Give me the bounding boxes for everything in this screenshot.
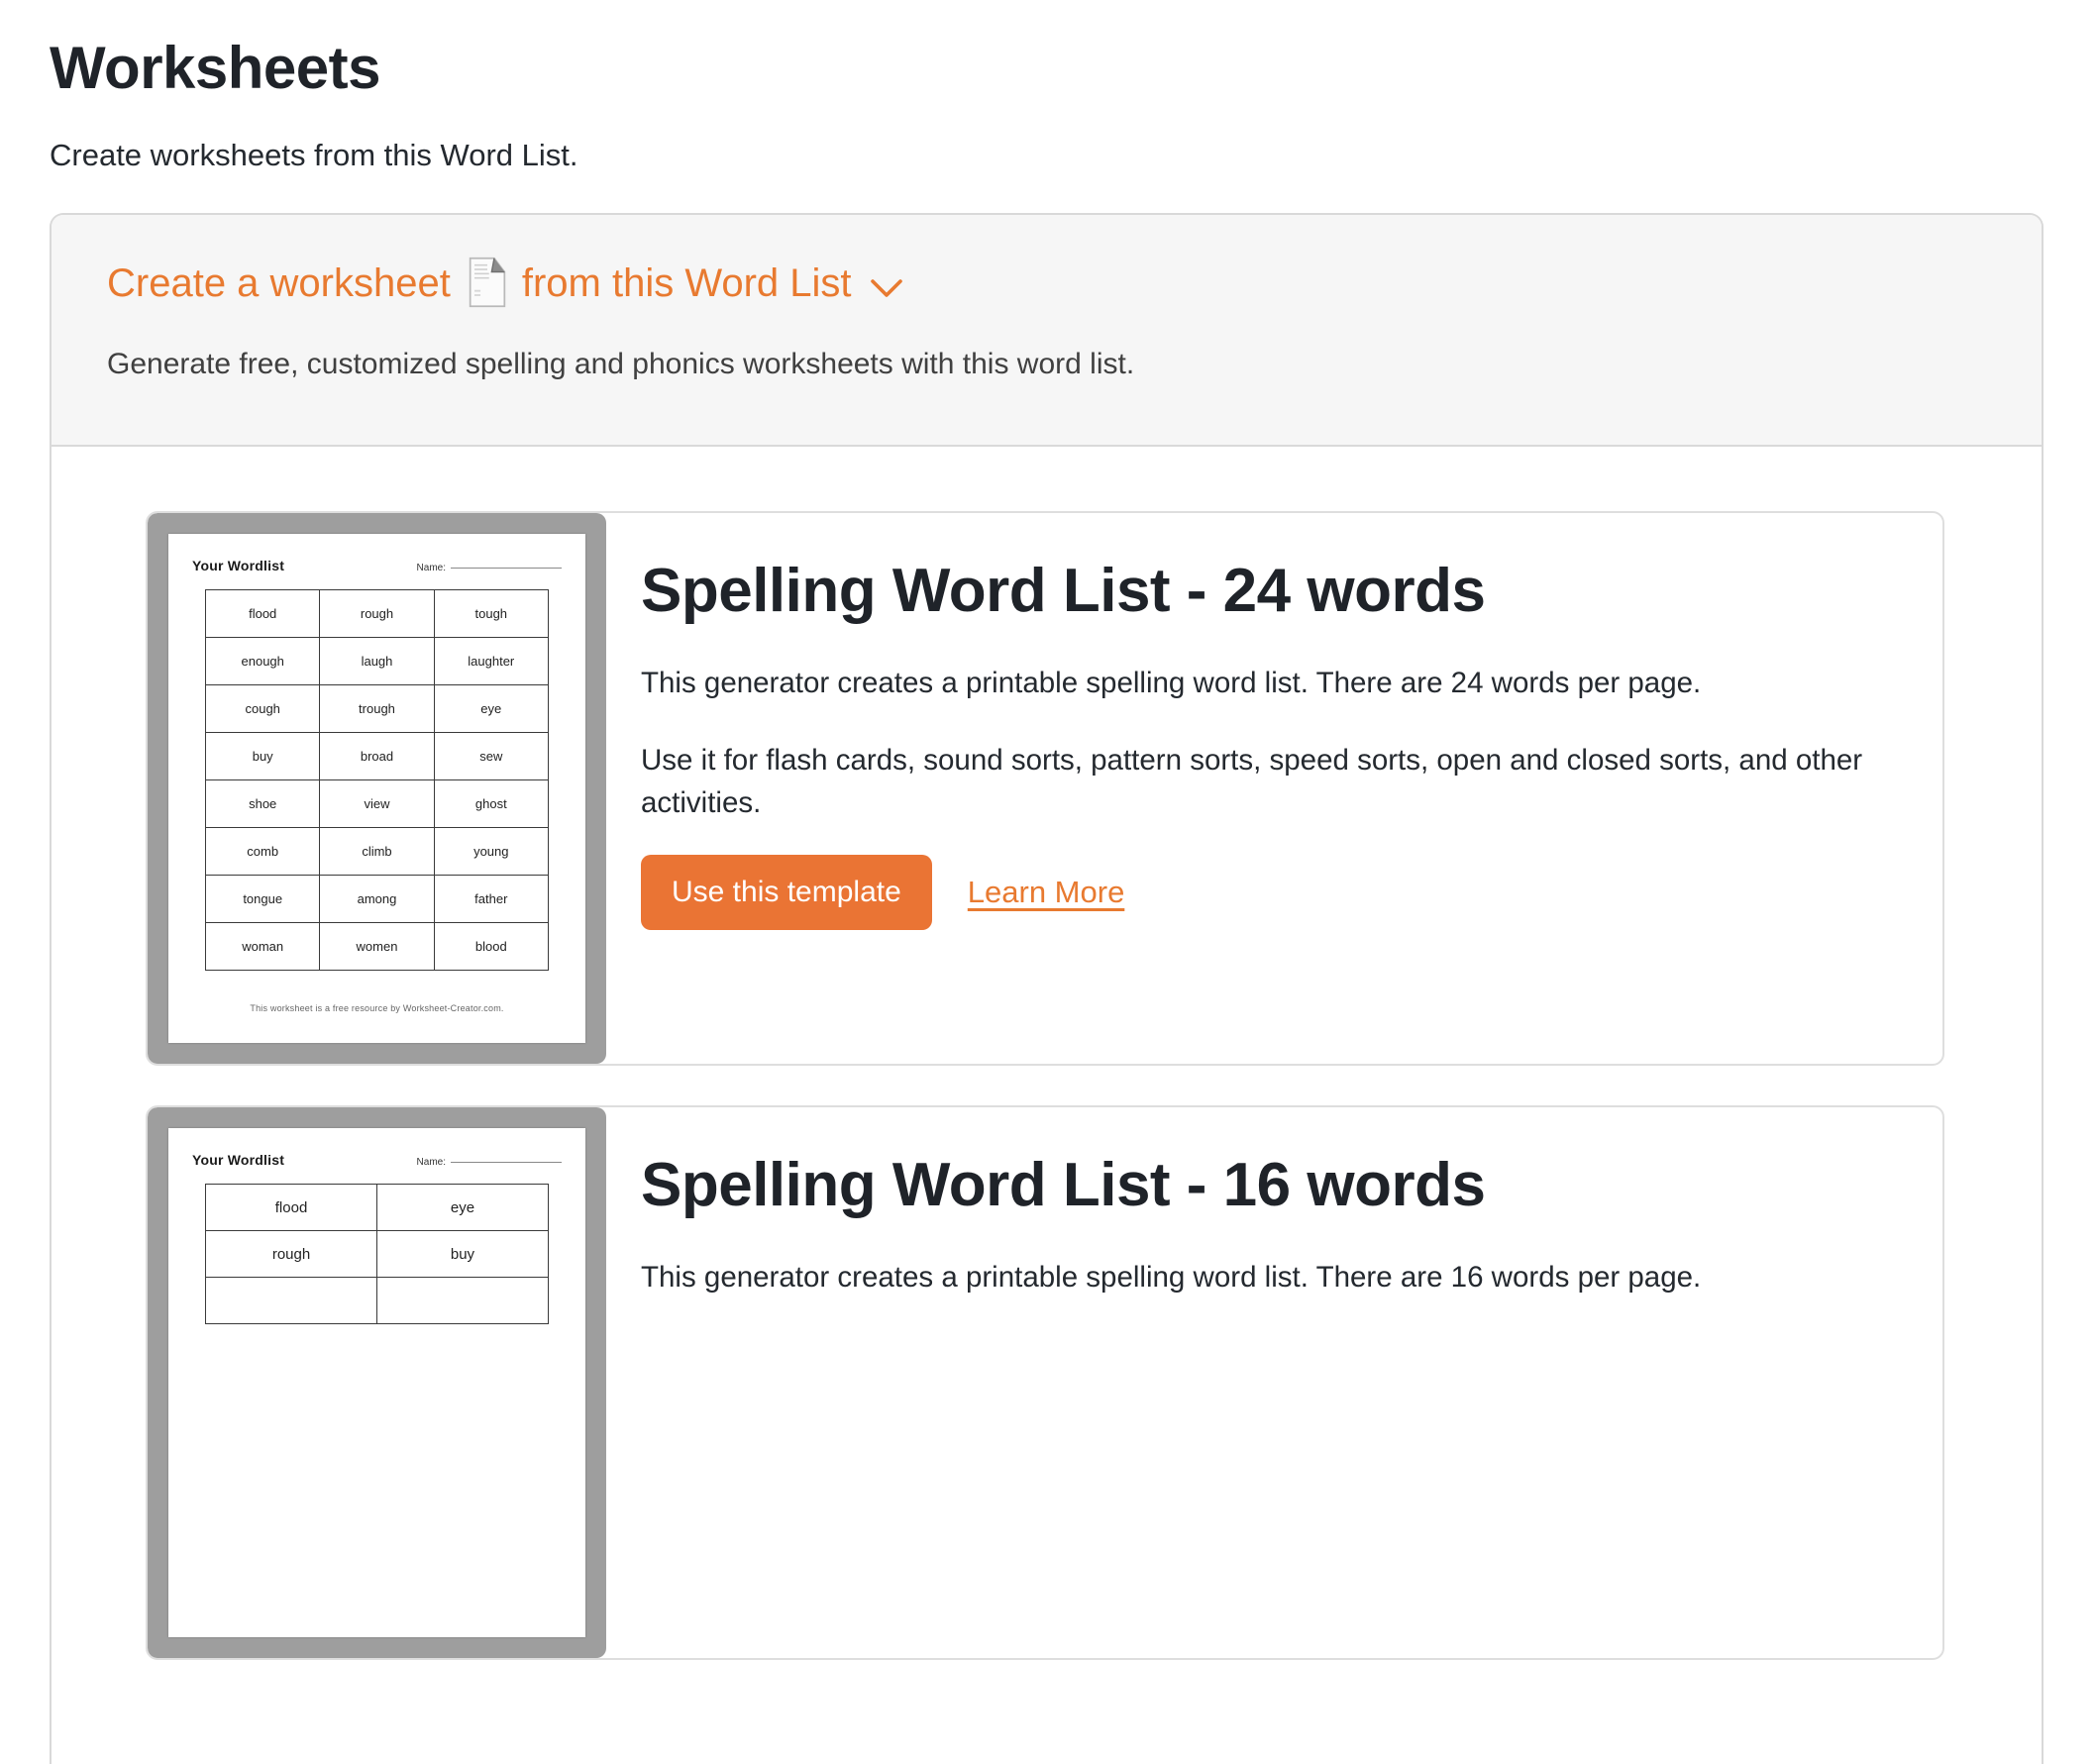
preview-word-cell: rough <box>205 1230 377 1279</box>
preview-name-label: Name: <box>416 1157 446 1169</box>
preview-name-label: Name: <box>416 563 446 574</box>
preview-word-row: comb climb young <box>205 827 549 877</box>
create-worksheet-label-pre: Create a worksheet <box>107 260 451 305</box>
preview-word-cell: buy <box>376 1230 549 1279</box>
worksheet-preview-image: Your Wordlist Name: flood rough tough enoug… <box>148 513 606 1065</box>
card-usage: Use it for flash cards, sound sorts, pat… <box>641 744 1863 820</box>
card-content: Spelling Word List - 16 words This gener… <box>606 1107 1942 1658</box>
chevron-down-icon <box>870 264 903 309</box>
preview-word-row: cough trough eye <box>205 684 549 734</box>
preview-word-cell: among <box>319 875 435 924</box>
page-subtitle: Create worksheets from this Word List. <box>50 138 578 172</box>
preview-name-field: Name: <box>417 563 562 573</box>
preview-word-cell: eye <box>376 1184 549 1232</box>
preview-word-cell: sew <box>433 732 549 781</box>
preview-word-cell: comb <box>205 827 321 877</box>
preview-word-cell: view <box>319 779 435 829</box>
preview-word-cell: buy <box>205 732 321 781</box>
preview-word-cell: shoe <box>205 779 321 829</box>
worksheet-preview-image: Your Wordlist Name: flood eye rough buy <box>148 1107 606 1659</box>
preview-word-cell: laugh <box>319 637 435 686</box>
preview-title: Your Wordlist <box>192 1152 285 1169</box>
preview-word-cell: young <box>433 827 549 877</box>
preview-word-cell: eye <box>433 684 549 734</box>
preview-word-row: enough laugh laughter <box>205 637 549 686</box>
creator-description: Generate free, customized spelling and p… <box>107 348 1135 381</box>
preview-word-cell: ghost <box>433 779 549 829</box>
preview-word-table: flood eye rough buy <box>205 1184 549 1325</box>
worksheet-preview-page: Your Wordlist Name: flood rough tough enoug… <box>168 534 585 1044</box>
preview-name-line <box>451 568 562 570</box>
preview-name-field: Name: <box>417 1157 562 1168</box>
preview-word-row <box>205 1277 549 1325</box>
worksheet-preview-page: Your Wordlist Name: flood eye rough buy <box>168 1128 585 1638</box>
card-actions: Use this template Learn More <box>641 854 1899 930</box>
create-worksheet-toggle[interactable]: Create a worksheet from this Word List <box>107 253 903 314</box>
card-title: Spelling Word List - 24 words <box>641 557 1486 626</box>
preview-word-cell: broad <box>319 732 435 781</box>
create-worksheet-label-post: from this Word List <box>521 260 852 305</box>
preview-word-cell: climb <box>319 827 435 877</box>
preview-word-row: tongue among father <box>205 875 549 924</box>
preview-word-cell: blood <box>433 922 549 972</box>
card-description: This generator creates a printable spell… <box>641 1260 1702 1294</box>
preview-name-line <box>451 1162 562 1164</box>
preview-word-cell: laughter <box>433 637 549 686</box>
preview-word-cell <box>376 1277 549 1325</box>
page-title: Worksheets <box>50 35 381 101</box>
preview-word-cell: tongue <box>205 875 321 924</box>
preview-word-cell: flood <box>205 1184 377 1232</box>
preview-footer: This worksheet is a free resource by Wor… <box>250 1003 504 1014</box>
preview-word-cell: woman <box>205 922 321 972</box>
preview-word-row: shoe view ghost <box>205 779 549 829</box>
creator-panel: Create a worksheet from this Word List G… <box>52 215 2042 448</box>
template-card-24-words: Your Wordlist Name: flood rough tough enoug… <box>146 511 1944 1067</box>
preview-word-table: flood rough tough enough laugh laughter cough t… <box>205 589 549 972</box>
preview-word-row: buy broad sew <box>205 732 549 781</box>
card-content: Spelling Word List - 24 words This gener… <box>606 513 1942 1064</box>
preview-word-cell: father <box>433 875 549 924</box>
preview-word-cell: tough <box>433 589 549 639</box>
worksheets-container: Create a worksheet from this Word List G… <box>50 213 2044 1764</box>
preview-word-cell <box>205 1277 377 1325</box>
template-card-16-words: Your Wordlist Name: flood eye rough buy Spe… <box>146 1105 1944 1661</box>
preview-word-row: flood eye <box>205 1184 549 1232</box>
document-icon <box>467 257 508 318</box>
card-description: This generator creates a printable spell… <box>641 666 1702 699</box>
card-title: Spelling Word List - 16 words <box>641 1151 1486 1220</box>
template-list: Your Wordlist Name: flood rough tough enoug… <box>52 447 2042 1764</box>
preview-word-cell: rough <box>319 589 435 639</box>
worksheets-page: Worksheets Create worksheets from this W… <box>0 34 2096 1764</box>
preview-title: Your Wordlist <box>192 558 285 574</box>
preview-word-cell: enough <box>205 637 321 686</box>
preview-word-cell: women <box>319 922 435 972</box>
preview-word-cell: cough <box>205 684 321 734</box>
preview-word-cell: flood <box>205 589 321 639</box>
preview-word-cell: trough <box>319 684 435 734</box>
learn-more-link[interactable]: Learn More <box>968 875 1125 910</box>
preview-word-row: rough buy <box>205 1230 549 1279</box>
use-template-button[interactable]: Use this template <box>641 854 932 930</box>
preview-word-row: woman women blood <box>205 922 549 972</box>
preview-word-row: flood rough tough <box>205 589 549 639</box>
